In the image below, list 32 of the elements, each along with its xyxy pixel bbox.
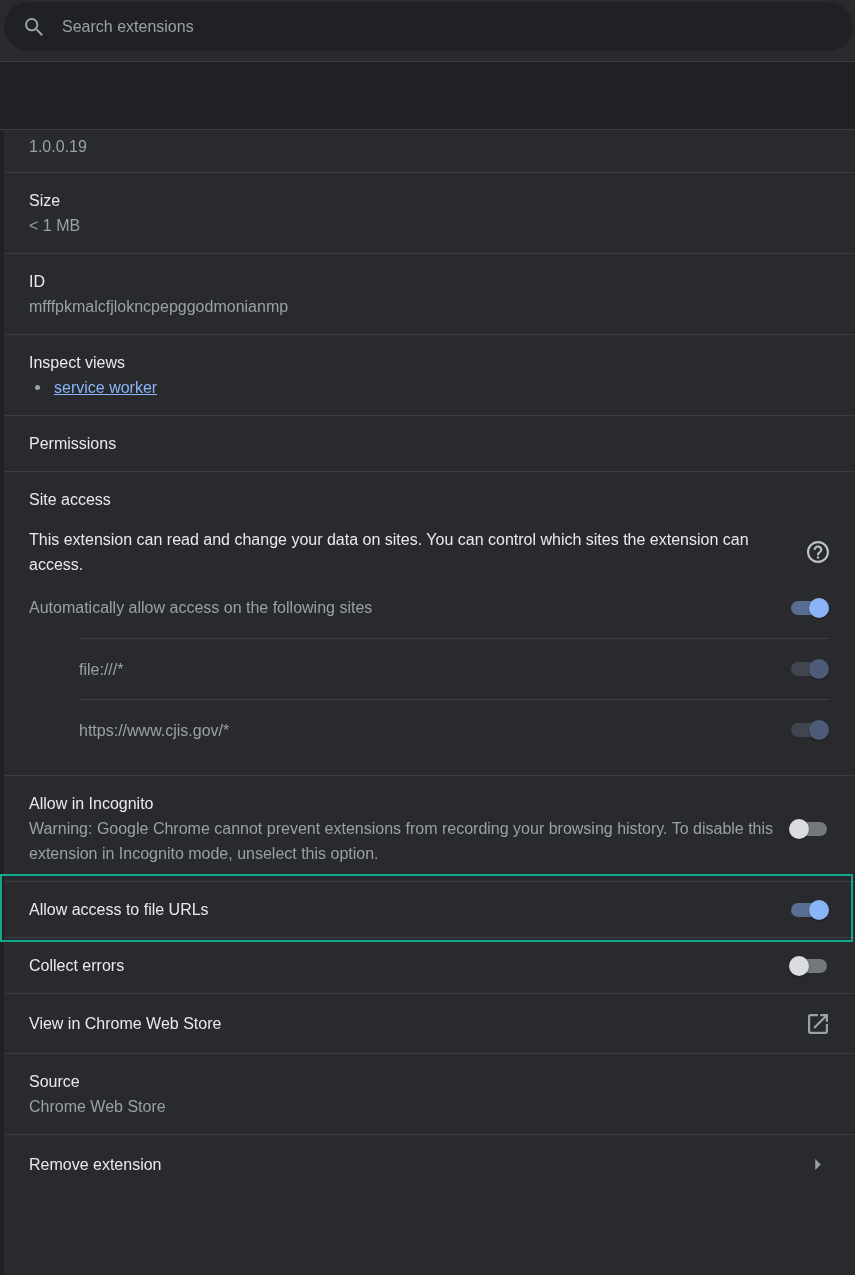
toggle-switch[interactable] <box>789 899 829 920</box>
site-pattern: file:///* <box>79 659 124 680</box>
toggle-switch[interactable] <box>789 597 829 618</box>
inspect-view-link[interactable]: service worker <box>54 375 158 400</box>
detail-label: Source <box>29 1072 81 1092</box>
detail-value: 1.0.0.19 <box>29 137 88 157</box>
detail-label: Size <box>29 191 62 211</box>
arrow-right-icon <box>815 1159 821 1170</box>
option-label: Allow access to file URLs <box>29 900 210 920</box>
option-label: Allow in Incognito <box>29 794 155 814</box>
search-icon <box>25 17 43 36</box>
toggle-switch[interactable] <box>789 955 829 976</box>
link-row[interactable]: View in Chrome Web Store <box>4 994 855 1054</box>
toggle-switch[interactable] <box>789 818 829 839</box>
site-pattern: https://www.cjis.gov/* <box>79 720 230 741</box>
detail-label: Inspect views <box>29 353 127 373</box>
detail-value: < 1 MB <box>29 216 82 236</box>
search-field[interactable]: Search extensions <box>4 2 853 51</box>
detail-value: mfffpkmalcfjlokncpepggodmonianmp <box>29 297 290 317</box>
option-label: Automatically allow access on the following sites <box>29 598 373 618</box>
help-icon[interactable] <box>807 541 829 563</box>
detail-value: Chrome Web Store <box>29 1097 167 1117</box>
site-access-description: This extension can read and change your data on sites. You can control which sites the extension can access. <box>29 530 750 575</box>
section-heading: Permissions <box>29 434 118 454</box>
nav-row[interactable]: Remove extension <box>4 1135 855 1194</box>
search-input[interactable]: Search extensions <box>62 11 833 42</box>
external-link-icon <box>808 1013 828 1034</box>
detail-label: ID <box>29 272 46 292</box>
option-description: Warning: Google Chrome cannot prevent extensions from recording your browsing history. To disable this extension in Incognito mode, unselect this option. <box>29 819 775 864</box>
option-label: Collect errors <box>29 956 126 976</box>
bullet-icon <box>35 385 40 390</box>
section-heading: Site access <box>29 490 112 510</box>
